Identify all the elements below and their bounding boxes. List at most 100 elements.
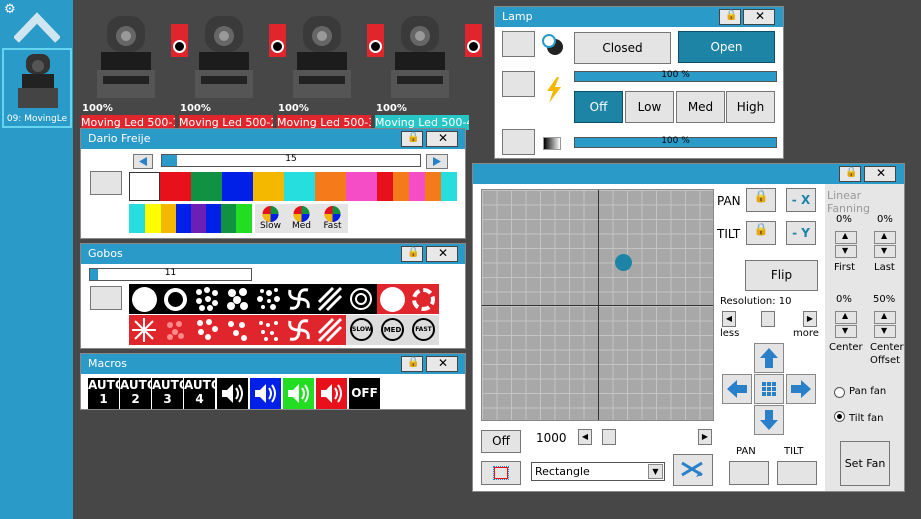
center-button[interactable] (754, 374, 784, 404)
gobo-dots[interactable] (191, 284, 222, 314)
slider-right-button[interactable] (426, 154, 448, 169)
color-swatch[interactable] (253, 172, 284, 201)
move-up-button[interactable] (754, 343, 784, 373)
close-icon[interactable]: ✕ (864, 166, 896, 182)
color-swatch[interactable] (315, 172, 346, 201)
gobo-red-dots[interactable] (160, 315, 191, 345)
color-swatch[interactable] (346, 172, 377, 201)
tilt-bottom-button[interactable] (777, 461, 817, 485)
gobo-cluster[interactable] (222, 284, 253, 314)
selected-fixture-tile[interactable]: 09: MovingLe (2, 48, 72, 128)
color-swatch[interactable] (441, 172, 457, 201)
strobe-toggle[interactable] (502, 71, 535, 97)
lock-icon[interactable]: 🔒 (401, 356, 423, 372)
pantilt-grid[interactable] (481, 189, 714, 421)
shape-button[interactable] (481, 461, 521, 485)
gobo-red-cluster[interactable] (191, 315, 222, 345)
tilt-invert-button[interactable]: - Y (786, 221, 816, 245)
color-wheel-slow[interactable]: Slow (255, 204, 286, 233)
open-button[interactable]: Open (678, 31, 775, 63)
gobo-slow-button[interactable]: SLOW (346, 315, 377, 345)
strobe-high-button[interactable]: High (726, 91, 775, 123)
close-icon[interactable]: ✕ (426, 131, 458, 147)
auto-3-button[interactable]: AUTO 3 (152, 378, 189, 409)
gobo-red-ring[interactable] (408, 284, 439, 314)
strobe-med-button[interactable]: Med (676, 91, 725, 123)
color-swatch[interactable] (393, 172, 409, 201)
flip-button[interactable]: Flip (745, 260, 818, 291)
tilt-fan-radio[interactable] (834, 411, 845, 422)
dimmer-bar[interactable]: 100 % (574, 136, 777, 148)
color-swatch[interactable] (160, 172, 191, 201)
pan-fan-radio[interactable] (834, 387, 845, 398)
gobo-red-stripes[interactable] (315, 315, 346, 345)
move-left-button[interactable] (722, 374, 752, 404)
first-down-button[interactable]: ▼ (835, 245, 857, 258)
color-swatch[interactable] (284, 172, 315, 201)
gobo-swirl[interactable] (284, 284, 315, 314)
resolution-right-button[interactable]: ▶ (803, 311, 817, 327)
color-swatch[interactable] (145, 204, 161, 233)
gobo-ring[interactable] (160, 284, 191, 314)
resolution-slider-thumb[interactable] (761, 311, 775, 327)
slider-left-button[interactable] (133, 154, 153, 169)
pantilt-off-button[interactable]: Off (481, 430, 521, 453)
gobo-ripple[interactable] (346, 284, 377, 314)
gobo-med-button[interactable]: MED (377, 315, 408, 345)
dimmer-toggle[interactable] (502, 129, 535, 155)
fixture-card[interactable]: 100% Moving Led 500-3 (277, 10, 384, 130)
color-swatch[interactable] (129, 204, 145, 233)
pan-lock-button[interactable]: 🔒 (746, 188, 776, 212)
auto-4-button[interactable]: AUTO 4 (184, 378, 221, 409)
macro-off-button[interactable]: OFF (349, 378, 380, 409)
tilt-lock-button[interactable]: 🔒 (746, 221, 776, 245)
lock-icon[interactable]: 🔒 (401, 131, 423, 147)
move-down-button[interactable] (754, 405, 784, 435)
gobo-fast-button[interactable]: FAST (408, 315, 439, 345)
speed-slider-thumb[interactable] (602, 429, 616, 445)
first-up-button[interactable]: ▲ (835, 231, 857, 244)
color-swatch[interactable] (191, 204, 206, 233)
color-swatch[interactable] (221, 204, 236, 233)
sound-macro-red[interactable] (316, 378, 347, 409)
color-swatch[interactable] (206, 204, 221, 233)
resolution-left-button[interactable]: ◀ (722, 311, 736, 327)
center-up-button[interactable]: ▲ (835, 311, 857, 324)
lock-icon[interactable]: 🔒 (719, 9, 741, 25)
gobo-red-open[interactable] (377, 284, 408, 314)
sound-macro-white[interactable] (217, 378, 248, 409)
color-slider[interactable]: 15 (161, 154, 421, 167)
sound-macro-green[interactable] (283, 378, 314, 409)
position-marker[interactable] (615, 254, 632, 271)
sound-macro-blue[interactable] (250, 378, 281, 409)
last-up-button[interactable]: ▲ (874, 231, 896, 244)
speed-left-button[interactable]: ◀ (578, 429, 592, 445)
center-offset-up-button[interactable]: ▲ (874, 311, 896, 324)
close-icon[interactable]: ✕ (426, 246, 458, 262)
fixture-card[interactable]: 100% Moving Led 500-4 (375, 10, 482, 130)
color-swatch[interactable] (222, 172, 253, 201)
gobo-red-swirl[interactable] (284, 315, 315, 345)
color-toggle-button[interactable] (90, 171, 122, 195)
gobo-red-burst[interactable] (129, 315, 160, 345)
gobo-red-scatter[interactable] (222, 315, 253, 345)
color-swatch[interactable] (425, 172, 441, 201)
center-offset-down-button[interactable]: ▼ (874, 325, 896, 338)
close-icon[interactable]: ✕ (426, 356, 458, 372)
gobo-open[interactable] (129, 284, 160, 314)
color-swatch[interactable] (377, 172, 393, 201)
last-down-button[interactable]: ▼ (874, 245, 896, 258)
color-swatch[interactable] (129, 172, 160, 201)
gobo-toggle-button[interactable] (90, 286, 122, 310)
color-swatch[interactable] (236, 204, 252, 233)
fixture-card[interactable]: 100% Moving Led 500-2 (179, 10, 286, 130)
strobe-off-button[interactable]: Off (574, 91, 623, 123)
shutter-toggle[interactable] (502, 31, 535, 57)
pan-invert-button[interactable]: - X (786, 188, 816, 212)
color-swatch[interactable] (176, 204, 191, 233)
lock-icon[interactable]: 🔒 (839, 166, 861, 182)
pan-bottom-button[interactable] (729, 461, 769, 485)
center-down-button[interactable]: ▼ (835, 325, 857, 338)
close-icon[interactable]: ✕ (743, 9, 775, 25)
gobo-red-specks[interactable] (253, 315, 284, 345)
